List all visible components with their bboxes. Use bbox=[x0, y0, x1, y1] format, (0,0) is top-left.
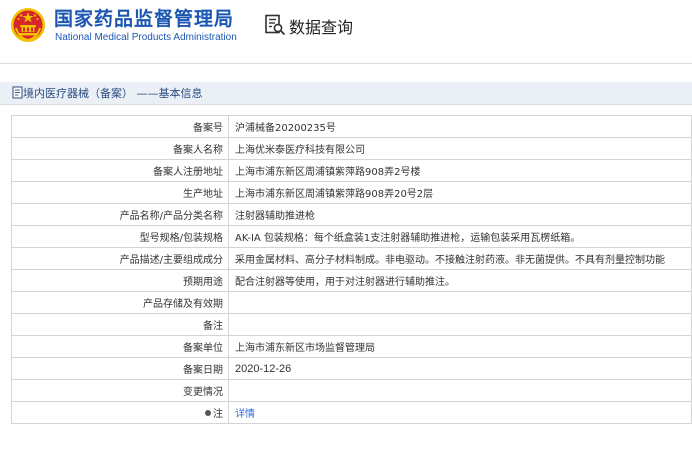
field-label: 型号规格/包装规格 bbox=[11, 225, 229, 248]
field-value: 上海市浦东新区市场监督管理局 bbox=[228, 335, 692, 358]
field-value bbox=[228, 313, 692, 336]
table-row: 备案人名称 上海优米泰医疗科技有限公司 bbox=[11, 137, 692, 160]
field-label: 备案人名称 bbox=[11, 137, 229, 160]
table-row: 产品存储及有效期 bbox=[11, 291, 692, 314]
field-label: 备案人注册地址 bbox=[11, 159, 229, 182]
table-row: 备案号 沪浦械备20200235号 bbox=[11, 115, 692, 138]
field-label: 备案号 bbox=[11, 115, 229, 138]
field-value bbox=[228, 379, 692, 402]
note-label: 注 bbox=[213, 409, 223, 420]
field-label: 变更情况 bbox=[11, 379, 229, 402]
table-row: 预期用途 配合注射器等使用，用于对注射器进行辅助推注。 bbox=[11, 269, 692, 292]
field-label: 预期用途 bbox=[11, 269, 229, 292]
breadcrumb: 境内医疗器械（备案） ——基本信息 bbox=[23, 87, 203, 100]
national-emblem-icon bbox=[11, 8, 45, 42]
table-row: 变更情况 bbox=[11, 379, 692, 402]
field-label: 备案单位 bbox=[11, 335, 229, 358]
table-row: 产品名称/产品分类名称 注射器辅助推进枪 bbox=[11, 203, 692, 226]
note-bullet-icon bbox=[205, 410, 211, 416]
table-row: 备案日期 2020-12-26 bbox=[11, 357, 692, 380]
note-label-cell: 注 bbox=[11, 401, 229, 424]
note-value-cell: 详情 bbox=[228, 401, 692, 424]
table-row: 型号规格/包装规格 AK-ⅠA 包装规格：每个纸盒装1支注射器辅助推进枪，运输包… bbox=[11, 225, 692, 248]
data-query-title[interactable]: 数据查询 bbox=[289, 14, 353, 38]
field-value bbox=[228, 291, 692, 314]
site-header: 国家药品监督管理局 National Medical Products Admi… bbox=[0, 0, 692, 58]
field-label: 产品描述/主要组成成分 bbox=[11, 247, 229, 270]
field-value: 采用金属材料、高分子材料制成。非电驱动。不接触注射药液。非无菌提供。不具有剂量控… bbox=[228, 247, 692, 270]
table-row: 备案人注册地址 上海市浦东新区周浦镇紫萍路908弄2号楼 bbox=[11, 159, 692, 182]
field-value: AK-ⅠA 包装规格：每个纸盒装1支注射器辅助推进枪，运输包装采用瓦楞纸箱。 bbox=[228, 225, 692, 248]
field-value: 沪浦械备20200235号 bbox=[228, 115, 692, 138]
field-value: 上海市浦东新区周浦镇紫萍路908弄20号2层 bbox=[228, 181, 692, 204]
field-label: 产品名称/产品分类名称 bbox=[11, 203, 229, 226]
table-row: 备案单位 上海市浦东新区市场监督管理局 bbox=[11, 335, 692, 358]
table-row: 生产地址 上海市浦东新区周浦镇紫萍路908弄20号2层 bbox=[11, 181, 692, 204]
brand-title-en: National Medical Products Administration bbox=[55, 32, 237, 43]
table-row: 产品描述/主要组成成分 采用金属材料、高分子材料制成。非电驱动。不接触注射药液。… bbox=[11, 247, 692, 270]
table-row: 备注 bbox=[11, 313, 692, 336]
header-divider bbox=[0, 63, 692, 64]
record-detail-table: 备案号 沪浦械备20200235号 备案人名称 上海优米泰医疗科技有限公司 备案… bbox=[11, 115, 692, 424]
brand-title-cn: 国家药品监督管理局 bbox=[54, 8, 235, 30]
field-label: 备注 bbox=[11, 313, 229, 336]
field-value: 上海优米泰医疗科技有限公司 bbox=[228, 137, 692, 160]
field-value: 配合注射器等使用，用于对注射器进行辅助推注。 bbox=[228, 269, 692, 292]
data-query-icon bbox=[265, 14, 286, 36]
field-label: 生产地址 bbox=[11, 181, 229, 204]
field-value: 注射器辅助推进枪 bbox=[228, 203, 692, 226]
table-row: 注 详情 bbox=[11, 401, 692, 424]
field-value: 上海市浦东新区周浦镇紫萍路908弄2号楼 bbox=[228, 159, 692, 182]
detail-link[interactable]: 详情 bbox=[235, 409, 255, 420]
field-label: 产品存储及有效期 bbox=[11, 291, 229, 314]
field-value: 2020-12-26 bbox=[228, 357, 692, 380]
field-label: 备案日期 bbox=[11, 357, 229, 380]
